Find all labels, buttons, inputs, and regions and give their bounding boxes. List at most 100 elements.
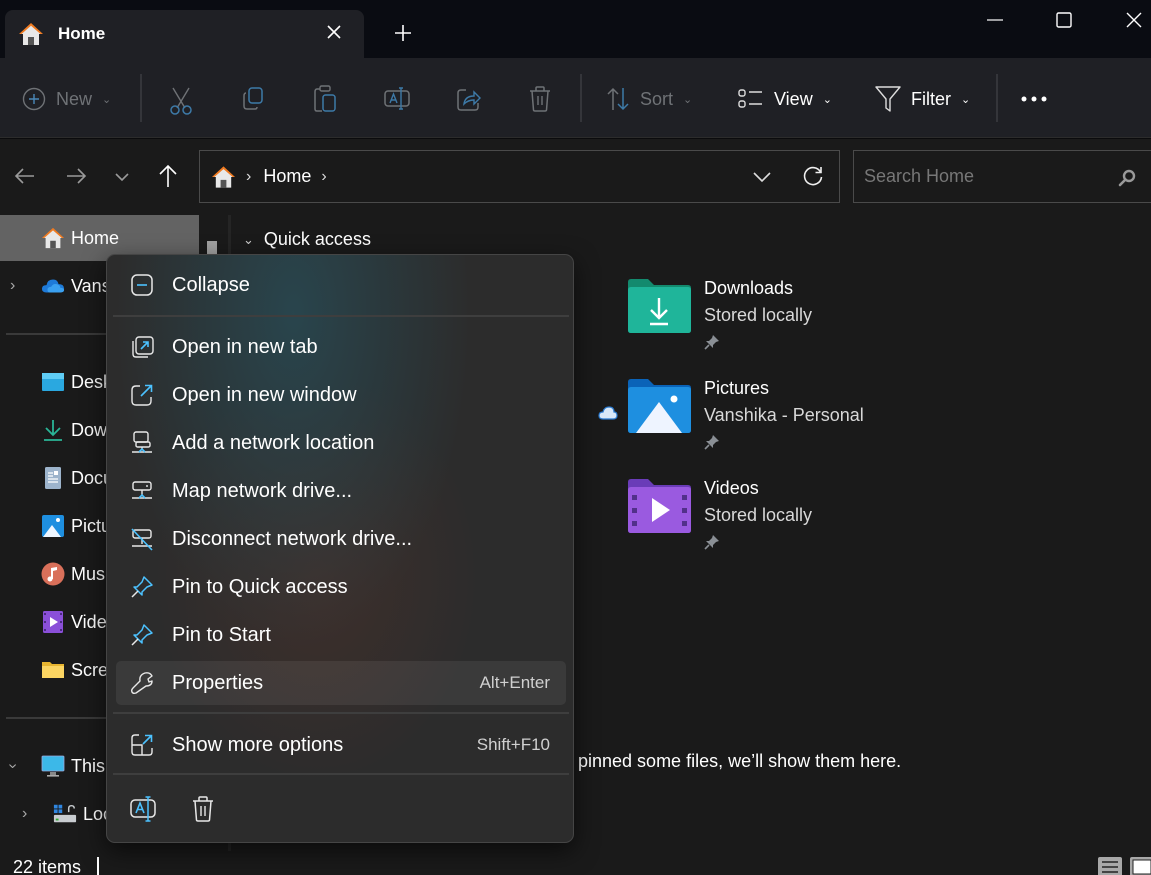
home-icon <box>211 165 236 188</box>
scrollbar-thumb[interactable] <box>207 241 217 255</box>
downloads-folder-icon <box>628 279 691 333</box>
menu-item-disconnect-network-drive[interactable]: Disconnect network drive... <box>116 517 566 561</box>
delete-icon[interactable] <box>188 794 218 824</box>
search-input[interactable] <box>864 166 1104 187</box>
chevron-right-icon[interactable]: › <box>22 805 27 823</box>
recent-locations-button[interactable] <box>107 161 137 191</box>
chevron-down-icon: ⌄ <box>683 93 693 106</box>
download-icon <box>44 420 62 441</box>
cloud-sync-icon <box>598 406 618 420</box>
sort-icon <box>607 87 629 111</box>
videos-folder-icon <box>628 479 691 533</box>
menu-item-label: Pin to Start <box>172 623 271 646</box>
cut-icon[interactable] <box>168 84 194 118</box>
delete-icon[interactable] <box>528 85 552 113</box>
toolbar-divider <box>996 74 998 122</box>
menu-item-shortcut: Shift+F10 <box>476 735 550 754</box>
copy-icon[interactable] <box>241 86 265 112</box>
file-explorer-window: Home New ⌄ Sort ⌄ View ⌄ Filter ⌄ › Home… <box>0 0 1151 875</box>
menu-item-open-new-window[interactable]: Open in new window <box>116 373 566 417</box>
pinned-icon <box>704 435 719 450</box>
menu-item-label: Collapse <box>172 273 250 296</box>
chevron-right-icon[interactable]: › <box>10 277 15 295</box>
view-label: View <box>774 88 813 109</box>
status-bar: 22 items <box>0 851 1151 875</box>
wrench-icon <box>130 672 153 695</box>
status-divider <box>97 857 99 875</box>
menu-item-collapse[interactable]: Collapse <box>116 263 566 307</box>
desktop-icon <box>42 373 64 391</box>
refresh-icon[interactable] <box>801 164 825 188</box>
paste-icon[interactable] <box>313 85 337 113</box>
documents-icon <box>45 467 61 489</box>
menu-item-label: Disconnect network drive... <box>172 527 413 550</box>
pictures-folder-icon <box>628 379 691 433</box>
menu-item-pin-start[interactable]: Pin to Start <box>116 613 566 657</box>
breadcrumb-separator-icon[interactable]: › <box>321 168 326 186</box>
menu-item-label: Show more options <box>172 733 344 756</box>
sort-button[interactable]: Sort ⌄ <box>606 82 692 116</box>
back-button[interactable] <box>10 161 40 191</box>
view-button[interactable]: View ⌄ <box>738 82 832 116</box>
new-tab-button[interactable] <box>392 22 414 44</box>
menu-separator <box>113 712 569 714</box>
filter-label: Filter <box>911 88 951 109</box>
open-new-tab-icon <box>132 336 154 358</box>
breadcrumb-separator-icon[interactable]: › <box>246 168 251 186</box>
new-button[interactable]: New ⌄ <box>22 82 111 116</box>
home-icon <box>19 23 43 45</box>
close-tab-icon[interactable] <box>324 22 344 42</box>
menu-item-map-network-drive[interactable]: Map network drive... <box>116 469 566 513</box>
menu-item-properties[interactable]: Properties Alt+Enter <box>116 661 566 705</box>
disconnect-drive-icon <box>131 528 153 551</box>
menu-item-label: Map network drive... <box>172 479 353 502</box>
menu-item-label: Open in new tab <box>172 335 318 358</box>
details-view-icon[interactable] <box>1098 857 1122 875</box>
view-icon <box>738 89 762 108</box>
toolbar-divider <box>140 74 142 122</box>
rename-icon[interactable] <box>128 794 158 824</box>
folder-location: Stored locally <box>704 505 813 525</box>
new-label: New <box>56 88 93 109</box>
folder-location: Stored locally <box>704 305 813 325</box>
breadcrumb-home[interactable]: Home <box>263 166 311 187</box>
rename-icon[interactable] <box>384 86 410 112</box>
forward-button[interactable] <box>61 161 91 191</box>
favorites-empty-message: pinned some files, we’ll show them here. <box>578 751 902 771</box>
more-icon[interactable] <box>1020 94 1048 104</box>
folder-name: Downloads <box>704 278 794 298</box>
up-button[interactable] <box>153 161 183 191</box>
menu-item-show-more-options[interactable]: Show more options Shift+F10 <box>116 723 566 767</box>
filter-icon <box>875 86 901 112</box>
address-bar[interactable]: › Home › <box>199 150 840 203</box>
menu-item-open-new-tab[interactable]: Open in new tab <box>116 325 566 369</box>
drive-icon <box>53 804 77 823</box>
search-icon[interactable] <box>1117 168 1137 188</box>
minimize-icon[interactable] <box>980 8 1010 32</box>
close-icon[interactable] <box>1119 8 1149 32</box>
chevron-down-icon[interactable]: › <box>4 763 22 768</box>
filter-button[interactable]: Filter ⌄ <box>875 82 970 116</box>
menu-separator <box>113 315 569 317</box>
share-icon[interactable] <box>456 86 482 112</box>
address-dropdown-icon[interactable] <box>751 167 773 187</box>
tab-home[interactable]: Home <box>5 10 364 58</box>
quick-access-header[interactable]: ⌄ Quick access <box>243 229 371 250</box>
menu-item-label: Open in new window <box>172 383 357 406</box>
open-new-window-icon <box>131 384 153 406</box>
section-title: Quick access <box>263 229 371 249</box>
tiles-view-icon[interactable] <box>1130 857 1151 875</box>
pin-icon <box>131 576 153 598</box>
folder-tile-videos[interactable]: Videos Stored locally <box>626 478 926 558</box>
pc-icon <box>41 755 65 777</box>
maximize-icon[interactable] <box>1049 8 1079 32</box>
menu-item-add-network-location[interactable]: Add a network location <box>116 421 566 465</box>
tab-title: Home <box>58 24 106 43</box>
collapse-icon <box>131 274 153 296</box>
menu-item-pin-quick-access[interactable]: Pin to Quick access <box>116 565 566 609</box>
folder-name: Pictures <box>704 378 770 398</box>
toolbar-divider <box>580 74 582 122</box>
folder-tile-downloads[interactable]: Downloads Stored locally <box>626 278 926 358</box>
folder-tile-pictures[interactable]: Pictures Vanshika - Personal <box>598 378 926 458</box>
folder-icon <box>42 662 64 678</box>
